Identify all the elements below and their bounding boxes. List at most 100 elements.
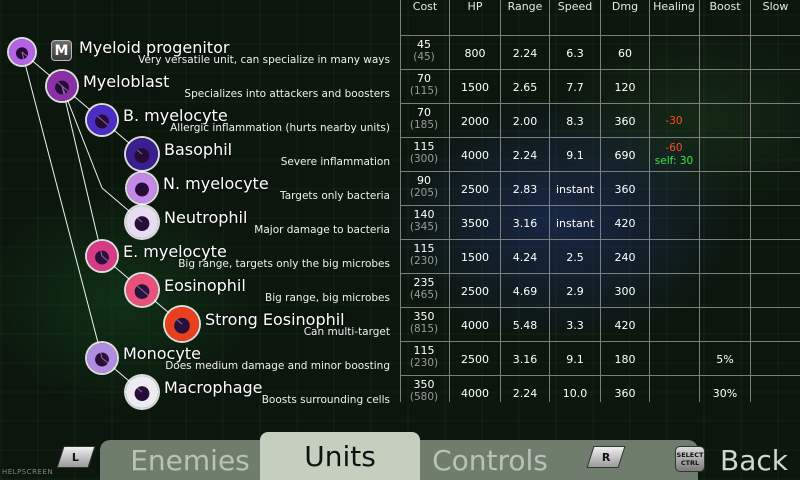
cost-total: (300) xyxy=(409,153,439,165)
unit-slow xyxy=(751,104,800,138)
cost-value: 115 xyxy=(413,242,435,255)
unit-speed: instant xyxy=(555,216,595,230)
unit-slow xyxy=(751,172,800,206)
unit-speed: 6.3 xyxy=(566,46,584,60)
unit-description: Severe inflammation xyxy=(280,156,390,168)
unit-speed: 8.3 xyxy=(566,114,584,128)
cell-icon xyxy=(126,274,158,306)
header-dmg: Dmg xyxy=(611,0,639,13)
unit-slow xyxy=(751,376,800,410)
header-hp: HP xyxy=(467,0,483,13)
unit-name: N. myelocyte xyxy=(163,174,269,193)
cell-icon xyxy=(165,307,199,341)
unit-hp: 2500 xyxy=(461,182,489,196)
cell-icon xyxy=(87,105,117,135)
cost-total: (185) xyxy=(409,119,439,131)
cost-value: 115 xyxy=(413,344,435,357)
cost-value: 45 xyxy=(417,38,431,51)
header-healing: Healing xyxy=(653,0,695,13)
unit-speed: instant xyxy=(555,182,595,196)
unit-boost xyxy=(700,36,750,70)
unit-healing xyxy=(650,274,698,308)
unit-dmg: 120 xyxy=(614,80,636,94)
unit-range: 2.24 xyxy=(512,46,538,60)
unit-name: Myeloblast xyxy=(83,72,170,91)
cost-value: 70 xyxy=(417,72,431,85)
unit-description: Allergic inflammation (hurts nearby unit… xyxy=(170,122,390,134)
unit-speed: 3.3 xyxy=(566,318,584,332)
cell-icon xyxy=(9,39,35,65)
cost-total: (345) xyxy=(409,221,439,233)
unit-slow xyxy=(751,342,800,376)
unit-row[interactable]: Eosinophil Big range, big microbes 235 (465… xyxy=(0,274,800,308)
unit-cost: 115 (300) xyxy=(401,140,447,166)
unit-row[interactable]: B. myelocyte Allergic inflammation (hurts… xyxy=(0,104,800,138)
unit-cost: 350 (580) xyxy=(401,378,447,404)
unit-healing xyxy=(650,70,698,104)
unit-row[interactable]: Basophil Severe inflammation 115 (300) 4000 2… xyxy=(0,138,800,172)
unit-row[interactable]: Myeloid progenitor Very versatile unit, c… xyxy=(0,36,800,70)
unit-cost: 45 (45) xyxy=(401,38,447,64)
unit-range: 2.24 xyxy=(512,148,538,162)
unit-name: Eosinophil xyxy=(164,276,246,295)
unit-row[interactable]: Strong Eosinophil Can multi-target 350 (815… xyxy=(0,307,800,342)
cost-value: 350 xyxy=(413,378,435,391)
unit-hp: 2000 xyxy=(461,114,489,128)
cost-total: (580) xyxy=(409,391,439,403)
unit-boost xyxy=(700,308,750,342)
unit-slow xyxy=(751,206,800,240)
unit-dmg: 360 xyxy=(614,386,636,400)
back-button[interactable]: Back xyxy=(720,440,788,480)
cost-value: 350 xyxy=(413,310,435,323)
unit-name: Basophil xyxy=(164,140,233,159)
unit-hp: 1500 xyxy=(461,80,489,94)
unit-healing xyxy=(650,308,698,342)
unit-dmg: 420 xyxy=(614,216,636,230)
unit-cost: 115 (230) xyxy=(401,242,447,268)
unit-boost: 30% xyxy=(712,386,738,400)
unit-row[interactable]: Macrophage Boosts surrounding cells 350 (58… xyxy=(0,376,800,410)
header-boost: Boost xyxy=(709,0,741,13)
cell-icon xyxy=(126,138,158,170)
cell-icon xyxy=(126,376,158,408)
unit-cost: 350 (815) xyxy=(401,310,447,336)
select-ctrl-button-icon[interactable]: SELECT CTRL xyxy=(675,446,705,472)
unit-boost xyxy=(700,240,750,274)
unit-hp: 3500 xyxy=(461,216,489,230)
unit-row[interactable]: Myeloblast Specializes into attackers and… xyxy=(0,70,800,104)
unit-slow xyxy=(751,240,800,274)
unit-row[interactable]: Monocyte Does medium damage and minor boo… xyxy=(0,342,800,376)
cost-total: (205) xyxy=(409,187,439,199)
unit-name: Macrophage xyxy=(164,378,263,397)
unit-cost: 90 (205) xyxy=(401,174,447,200)
cell-icon xyxy=(126,206,158,238)
tab-units[interactable]: Units xyxy=(260,432,420,480)
cost-total: (465) xyxy=(409,289,439,301)
unit-hp: 4000 xyxy=(461,318,489,332)
unit-description: Specializes into attackers and boosters xyxy=(184,88,390,100)
unit-row[interactable]: Neutrophil Major damage to bacteria 140 (34… xyxy=(0,206,800,240)
help-screen-label: HELPSCREEN xyxy=(2,468,54,476)
unit-range: 5.48 xyxy=(512,318,538,332)
l-shoulder-button[interactable]: L xyxy=(56,446,96,468)
unit-range: 4.69 xyxy=(512,284,538,298)
tab-enemies[interactable]: Enemies xyxy=(112,440,268,480)
unit-boost xyxy=(700,172,750,206)
unit-cost: 115 (230) xyxy=(401,344,447,370)
tab-controls[interactable]: Controls xyxy=(420,440,560,480)
unit-slow xyxy=(751,308,800,342)
unit-range: 2.00 xyxy=(512,114,538,128)
unit-healing: -60 self: 30 xyxy=(650,138,698,172)
unit-dmg: 360 xyxy=(614,182,636,196)
cell-icon xyxy=(87,241,117,271)
unit-row[interactable]: E. myelocyte Big range, targets only the … xyxy=(0,240,800,274)
unit-boost xyxy=(700,70,750,104)
cost-total: (45) xyxy=(413,51,435,63)
unit-slow xyxy=(751,138,800,172)
unit-row[interactable]: N. myelocyte Targets only bacteria 90 (205)… xyxy=(0,172,800,206)
unit-description: Targets only bacteria xyxy=(280,190,390,202)
unit-speed: 2.9 xyxy=(566,284,584,298)
cost-total: (115) xyxy=(409,85,439,97)
unit-boost: 5% xyxy=(716,352,734,366)
header-slow: Slow xyxy=(762,0,789,13)
